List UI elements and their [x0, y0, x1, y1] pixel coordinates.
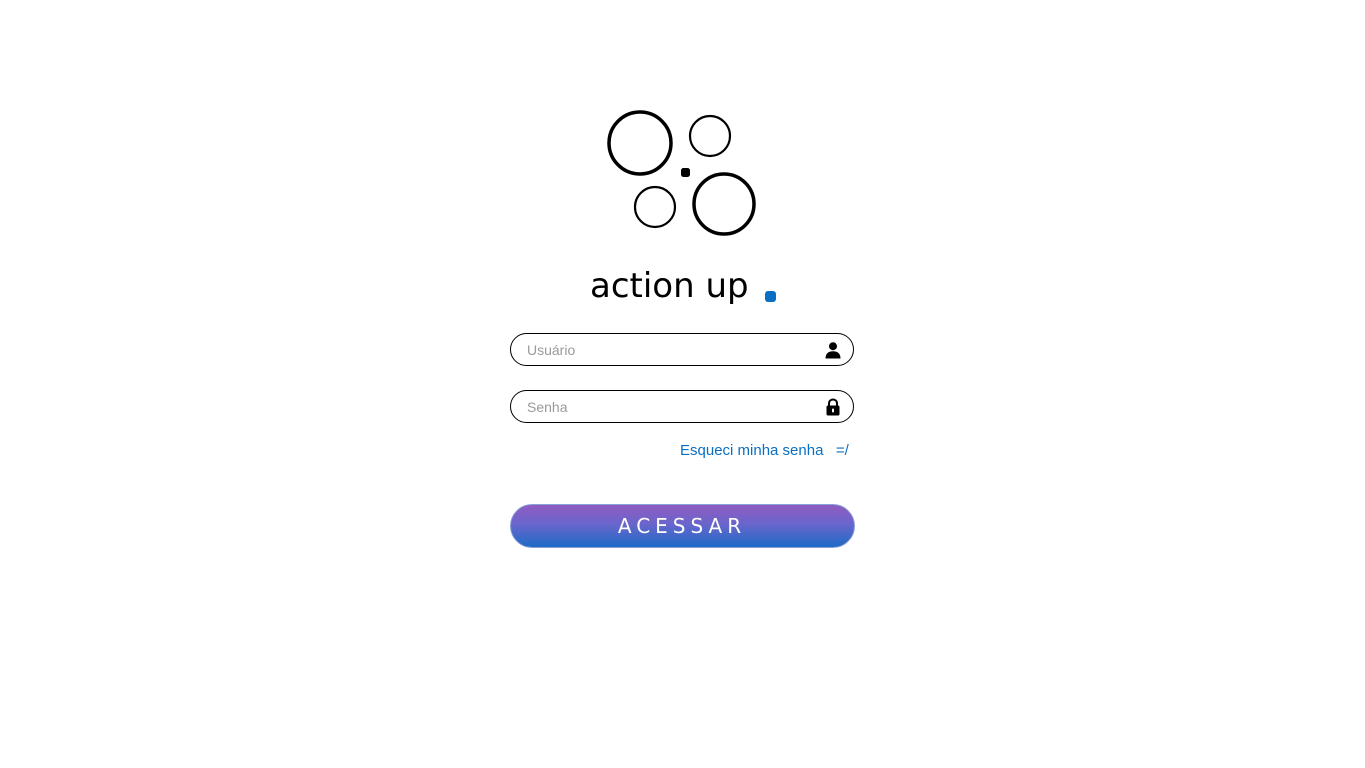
lock-icon: [824, 397, 842, 416]
brand-wordmark: action up: [590, 262, 776, 306]
username-input[interactable]: [525, 336, 824, 363]
forgot-password-link[interactable]: Esqueci minha senha =/: [680, 442, 849, 459]
user-icon: [824, 341, 842, 359]
login-submit-button[interactable]: ACESSAR: [510, 504, 855, 548]
brand-dot-icon: [764, 291, 776, 302]
login-page: action up Esqueci minha senha =/ ACESSAR: [0, 0, 1366, 768]
password-input[interactable]: [525, 393, 824, 420]
action-up-logo: [607, 110, 756, 236]
username-field[interactable]: [510, 333, 854, 366]
brand-name: action up: [590, 266, 749, 306]
password-field[interactable]: [510, 390, 854, 423]
